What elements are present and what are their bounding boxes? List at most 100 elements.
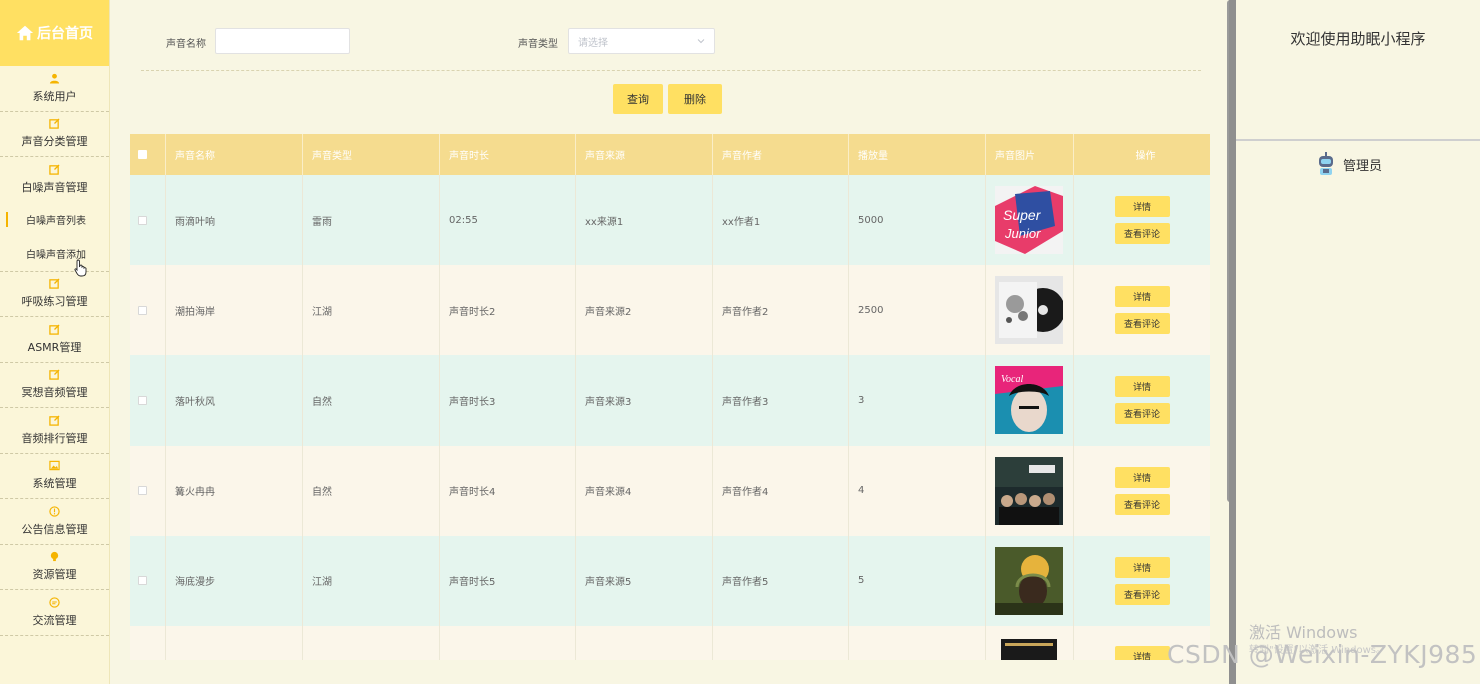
row-select-cell	[130, 625, 166, 660]
detail-button[interactable]: 详情	[1114, 466, 1170, 488]
sidebar-item-label: ASMR管理	[27, 340, 82, 354]
cell-name: 雨滴叶响	[166, 175, 303, 266]
view-comments-button[interactable]: 查看评论	[1114, 313, 1170, 335]
sidebar-submenu: 白噪声音列表 白噪声音添加	[0, 203, 109, 272]
edit-icon	[49, 415, 60, 426]
row-checkbox[interactable]	[138, 576, 147, 586]
detail-button[interactable]: 详情	[1114, 376, 1170, 398]
cell-author: 声音作者5	[713, 535, 849, 626]
sound-type-select[interactable]: 请选择	[568, 28, 715, 54]
sidebar-item-breathing[interactable]: 呼吸练习管理	[0, 272, 109, 317]
sidebar-title: 后台首页	[37, 26, 93, 42]
detail-button[interactable]: 详情	[1114, 645, 1170, 660]
query-button[interactable]: 查询	[613, 84, 663, 114]
cell-source: xx来源1	[576, 175, 713, 266]
view-comments-button[interactable]: 查看评论	[1114, 223, 1170, 245]
cell-type: 江湖	[303, 535, 440, 626]
svg-text:Junior: Junior	[1004, 226, 1041, 241]
cell-plays: 2500	[849, 265, 986, 356]
edit-icon	[49, 278, 60, 289]
sidebar-item-system[interactable]: 系统管理	[0, 454, 109, 499]
row-select-cell	[130, 445, 166, 536]
view-comments-button[interactable]: 查看评论	[1114, 493, 1170, 515]
sidebar-item-white-noise[interactable]: 白噪声音管理	[0, 157, 109, 203]
cell-source: 声音来源3	[576, 355, 713, 446]
sound-type-placeholder: 请选择	[578, 37, 608, 49]
column-header: 播放量	[849, 134, 986, 175]
delete-button[interactable]: 删除	[668, 84, 722, 114]
sidebar-home-link[interactable]: 后台首页	[0, 0, 109, 66]
cell-source: 声音来源4	[576, 445, 713, 536]
cell-cover	[986, 445, 1074, 536]
cell-actions: 详情 查看评论	[1074, 446, 1210, 536]
table-row: 落叶秋风 自然 声音时长3 声音来源3 声音作者3 3 Vocal 详情 查看评…	[130, 355, 1210, 446]
select-all-cell	[130, 134, 166, 175]
sidebar-item-label: 系统用户	[32, 89, 77, 103]
bulb-icon	[50, 552, 59, 562]
svg-text:Super: Super	[1003, 207, 1042, 223]
cell-cover: Vocal	[986, 355, 1074, 446]
sidebar-item-meditation[interactable]: 冥想音频管理	[0, 363, 109, 408]
cell-author: 声音作者3	[713, 355, 849, 446]
sidebar-item-resources[interactable]: 资源管理	[0, 545, 109, 590]
album-cover-group	[995, 456, 1063, 525]
detail-button[interactable]: 详情	[1114, 286, 1170, 308]
image-icon	[49, 461, 60, 471]
right-panel: 欢迎使用助眠小程序 管理员 激活 Windows 转到"设置"以激活 Windo…	[1229, 0, 1480, 684]
sidebar-item-notice[interactable]: 公告信息管理	[0, 499, 109, 545]
sidebar-item-label: 声音分类管理	[21, 135, 88, 149]
chevron-down-icon	[697, 39, 705, 44]
sidebar-item-label: 呼吸练习管理	[21, 295, 88, 309]
sidebar-item-users[interactable]: 系统用户	[0, 66, 109, 112]
view-comments-button[interactable]: 查看评论	[1114, 403, 1170, 425]
row-select-cell	[130, 265, 166, 356]
sound-name-input[interactable]	[215, 28, 350, 54]
cell-type	[303, 625, 440, 660]
column-header: 声音时长	[440, 134, 576, 175]
cell-plays: 5000	[849, 175, 986, 266]
cell-name: 落叶秋风	[166, 355, 303, 446]
table-row: 海底漫步 江湖 声音时长5 声音来源5 声音作者5 5 详情 查看评论	[130, 535, 1210, 626]
submenu-item-white-noise-list[interactable]: 白噪声音列表	[0, 203, 109, 237]
row-checkbox[interactable]	[138, 395, 147, 405]
csdn-watermark: CSDN @Weixin-ZYKJ985	[1167, 640, 1478, 669]
edit-icon	[49, 369, 60, 380]
album-cover-headphones	[995, 546, 1063, 615]
detail-button[interactable]: 详情	[1114, 556, 1170, 578]
cell-duration: 声音时长5	[440, 535, 576, 626]
cell-author: 声音作者4	[713, 445, 849, 536]
edit-icon	[49, 324, 60, 335]
select-all-checkbox[interactable]	[138, 150, 147, 159]
admin-profile[interactable]: 管理员	[1316, 152, 1382, 176]
sidebar-item-asmr[interactable]: ASMR管理	[0, 317, 109, 363]
sidebar-item-sound-category[interactable]: 声音分类管理	[0, 112, 109, 157]
detail-button[interactable]: 详情	[1114, 196, 1170, 218]
sound-table: 声音名称 声音类型 声音时长 声音来源 声音作者 播放量 声音图片 操作 雨滴叶…	[130, 134, 1210, 660]
cell-actions: 详情 查看评论	[1074, 536, 1210, 626]
sound-type-label: 声音类型	[518, 39, 558, 50]
row-checkbox[interactable]	[138, 305, 147, 315]
home-icon	[16, 25, 34, 41]
admin-role-label: 管理员	[1343, 158, 1383, 174]
table-row: 详情	[130, 625, 1210, 660]
cell-plays: 4	[849, 445, 986, 536]
cell-plays	[849, 625, 986, 660]
column-header: 声音作者	[713, 134, 849, 175]
cell-duration: 02:55	[440, 175, 576, 266]
search-form: 声音名称 声音类型 请选择	[111, 0, 1226, 70]
column-header: 声音来源	[576, 134, 713, 175]
row-checkbox[interactable]	[138, 486, 147, 496]
cell-duration	[440, 625, 576, 660]
column-header: 声音名称	[166, 134, 303, 175]
column-header: 声音图片	[986, 134, 1074, 175]
album-cover-vinyl	[995, 276, 1063, 345]
sidebar: 后台首页 系统用户 声音分类管理 白噪声音管理 白噪声音列表 白噪声音添加 呼吸…	[0, 0, 110, 684]
submenu-item-white-noise-add[interactable]: 白噪声音添加	[0, 237, 109, 271]
view-comments-button[interactable]: 查看评论	[1114, 583, 1170, 605]
sidebar-item-communication[interactable]: 交流管理	[0, 590, 109, 636]
robot-avatar-icon	[1319, 152, 1333, 175]
row-checkbox[interactable]	[138, 215, 147, 225]
cell-author	[713, 625, 849, 660]
sidebar-item-ranking[interactable]: 音频排行管理	[0, 408, 109, 454]
submenu-item-label: 白噪声音列表	[26, 216, 86, 227]
